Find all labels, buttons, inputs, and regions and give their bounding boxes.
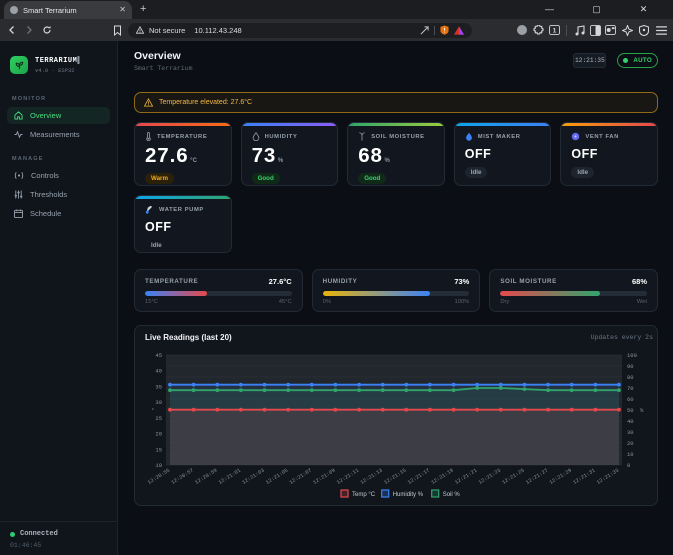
svg-text:1: 1: [552, 27, 556, 34]
svg-text:12:21:11: 12:21:11: [336, 468, 360, 486]
svg-text:°: °: [151, 407, 154, 414]
svg-text:Soil %: Soil %: [443, 492, 461, 498]
svg-text:30: 30: [155, 399, 162, 406]
svg-text:12:21:31: 12:21:31: [572, 468, 596, 486]
svg-text:40: 40: [155, 368, 162, 375]
svg-text:12:20:57: 12:20:57: [170, 468, 194, 486]
svg-text:12:21:27: 12:21:27: [525, 468, 549, 486]
svg-text:12:21:29: 12:21:29: [548, 468, 572, 486]
svg-text:12:21:01: 12:21:01: [218, 468, 242, 486]
svg-text:12:21:19: 12:21:19: [430, 468, 454, 486]
svg-text:12:21:03: 12:21:03: [241, 468, 265, 486]
svg-text:12:21:05: 12:21:05: [265, 468, 289, 486]
svg-text:12:21:23: 12:21:23: [478, 468, 502, 486]
svg-text:100: 100: [627, 352, 637, 359]
svg-text:45: 45: [155, 352, 162, 359]
svg-text:30: 30: [627, 429, 634, 436]
svg-text:80: 80: [627, 374, 634, 381]
svg-text:40: 40: [627, 418, 634, 425]
svg-text:12:21:17: 12:21:17: [407, 468, 431, 486]
svg-text:12:21:07: 12:21:07: [289, 468, 313, 486]
svg-text:12:21:09: 12:21:09: [312, 468, 336, 486]
svg-text:70: 70: [627, 385, 634, 392]
svg-text:0: 0: [627, 462, 630, 469]
svg-text:12:20:55: 12:20:55: [147, 468, 171, 486]
svg-text:60: 60: [627, 396, 634, 403]
svg-text:Temp °C: Temp °C: [352, 492, 376, 498]
svg-text:10: 10: [155, 462, 162, 469]
svg-text:Humidity %: Humidity %: [393, 492, 424, 498]
svg-text:50: 50: [627, 407, 634, 414]
svg-text:12:21:21: 12:21:21: [454, 468, 478, 486]
svg-text:%: %: [640, 407, 644, 414]
svg-text:35: 35: [155, 383, 162, 390]
svg-text:10: 10: [627, 451, 634, 458]
svg-text:20: 20: [155, 431, 162, 438]
svg-text:12:21:33: 12:21:33: [596, 468, 620, 486]
svg-text:12:20:59: 12:20:59: [194, 468, 218, 486]
svg-text:15: 15: [155, 446, 162, 453]
svg-text:12:21:25: 12:21:25: [501, 468, 525, 486]
svg-text:12:21:15: 12:21:15: [383, 468, 407, 486]
svg-text:12:21:13: 12:21:13: [359, 468, 383, 486]
svg-text:25: 25: [155, 415, 162, 422]
svg-text:90: 90: [627, 363, 634, 370]
svg-text:20: 20: [627, 440, 634, 447]
